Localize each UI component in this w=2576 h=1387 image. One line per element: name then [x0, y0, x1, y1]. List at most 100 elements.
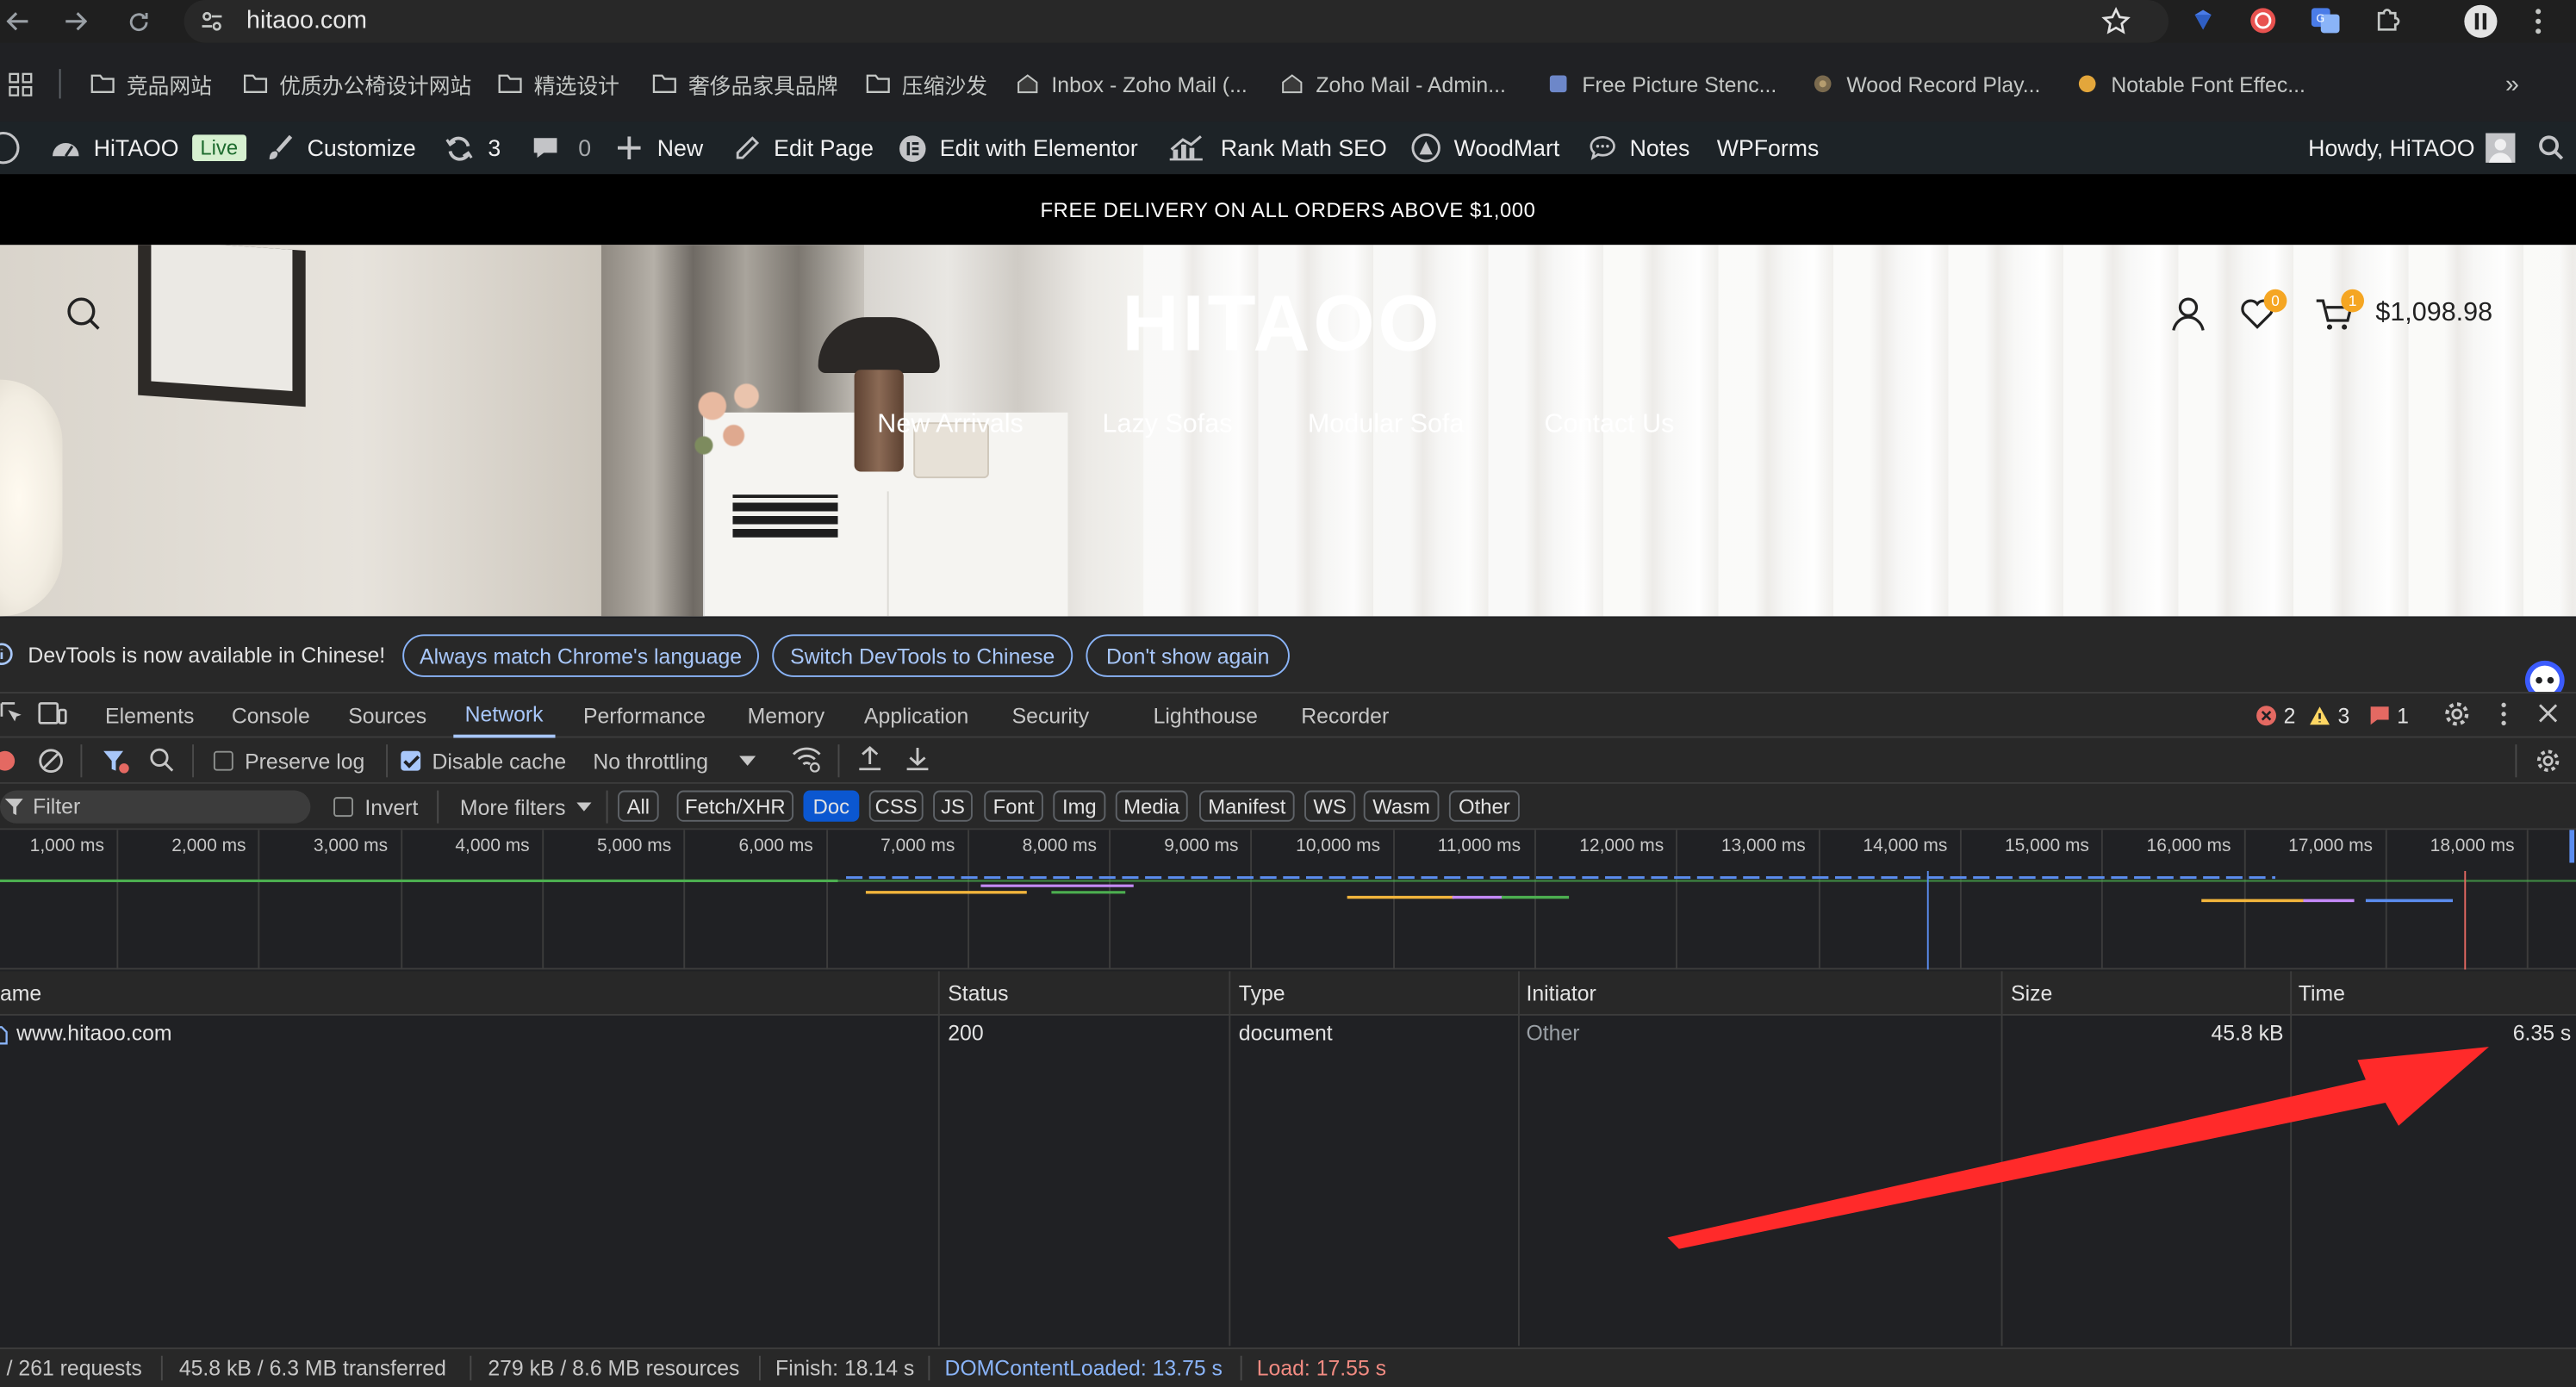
- wp-updates-link[interactable]: 3: [445, 121, 501, 174]
- wp-customize-link[interactable]: Customize: [266, 121, 416, 174]
- tab-security[interactable]: Security: [1012, 692, 1090, 737]
- nav-lazy-sofas[interactable]: Lazy Sofas: [1103, 411, 1233, 440]
- wp-new-link[interactable]: New: [617, 121, 703, 174]
- bookmark-item[interactable]: 压缩沙发: [866, 62, 987, 105]
- extensions-puzzle-icon[interactable]: [2374, 5, 2403, 34]
- wp-rankmath-link[interactable]: Rank Math SEO: [1168, 121, 1387, 174]
- bookmark-item[interactable]: Inbox - Zoho Mail (...: [1015, 62, 1248, 105]
- bookmark-item[interactable]: Free Picture Stenc...: [1546, 62, 1776, 105]
- inspect-element-icon[interactable]: [0, 702, 23, 725]
- bookmark-item[interactable]: Wood Record Play...: [1810, 62, 2040, 105]
- site-search-icon[interactable]: [65, 295, 102, 332]
- switch-to-chinese-button[interactable]: Switch DevTools to Chinese: [772, 634, 1073, 677]
- browser-menu-icon[interactable]: [2533, 7, 2542, 36]
- extension-gem-icon[interactable]: [2190, 7, 2217, 34]
- site-info-icon[interactable]: [199, 9, 226, 35]
- issue-count[interactable]: 1: [2369, 692, 2409, 737]
- cart-total[interactable]: $1,098.98: [2375, 299, 2492, 328]
- throttling-select[interactable]: No throttling: [593, 738, 756, 784]
- bookmark-item[interactable]: 优质办公椅设计网站: [243, 62, 471, 105]
- filter-type-other[interactable]: Other: [1448, 790, 1520, 822]
- back-button[interactable]: [0, 3, 36, 40]
- address-bar[interactable]: [184, 0, 2169, 43]
- wp-edit-page-link[interactable]: Edit Page: [734, 121, 874, 174]
- network-conditions-wifi-icon[interactable]: [792, 746, 821, 773]
- column-header-status[interactable]: Status: [948, 971, 1008, 1016]
- nav-contact-us[interactable]: Contact Us: [1544, 411, 1674, 440]
- tab-network[interactable]: Network: [453, 692, 555, 738]
- network-settings-gear-icon[interactable]: [2535, 748, 2561, 774]
- wp-wpforms-link[interactable]: WPForms: [1717, 121, 1820, 174]
- account-user-icon[interactable]: [2170, 295, 2206, 332]
- device-toolbar-icon[interactable]: [38, 702, 67, 725]
- bookmark-item[interactable]: 精选设计: [498, 62, 619, 105]
- bookmark-item[interactable]: 奢侈品家具品牌: [652, 62, 838, 105]
- filter-type-doc[interactable]: Doc: [803, 790, 860, 822]
- preserve-log-checkbox[interactable]: Preserve log: [213, 738, 364, 784]
- warning-count[interactable]: 3: [2308, 692, 2349, 737]
- invert-checkbox[interactable]: Invert: [333, 784, 418, 830]
- import-har-upload-icon[interactable]: [857, 746, 882, 773]
- disable-cache-checkbox[interactable]: Disable cache: [401, 738, 566, 784]
- apps-grid-icon[interactable]: [9, 72, 34, 97]
- wp-search-icon[interactable]: [2538, 121, 2565, 174]
- tab-sources[interactable]: Sources: [348, 692, 426, 737]
- filter-funnel-icon[interactable]: [102, 748, 129, 775]
- dont-show-again-button[interactable]: Don't show again: [1086, 634, 1290, 677]
- extension-red-icon[interactable]: [2248, 5, 2279, 36]
- tab-memory[interactable]: Memory: [748, 692, 825, 737]
- tab-console[interactable]: Console: [232, 692, 310, 737]
- record-stop-icon[interactable]: [0, 749, 16, 773]
- error-count[interactable]: 2: [2256, 692, 2295, 737]
- match-language-button[interactable]: Always match Chrome's language: [402, 634, 759, 677]
- devtools-settings-gear-icon[interactable]: [2443, 700, 2471, 728]
- devtools-close-icon[interactable]: [2538, 703, 2558, 723]
- preserve-log-box[interactable]: [213, 750, 233, 771]
- column-header-size[interactable]: Size: [2011, 971, 2052, 1016]
- tab-recorder[interactable]: Recorder: [1301, 692, 1389, 737]
- filter-type-ws[interactable]: WS: [1304, 790, 1356, 822]
- clear-log-icon[interactable]: [38, 748, 65, 774]
- bookmark-star-icon[interactable]: [2101, 6, 2131, 36]
- bookmark-item[interactable]: Notable Font Effec...: [2075, 62, 2305, 105]
- tab-elements[interactable]: Elements: [105, 692, 194, 737]
- more-bookmarks-button[interactable]: »: [2505, 62, 2519, 105]
- tab-application[interactable]: Application: [864, 692, 968, 737]
- bookmark-item[interactable]: 竞品网站: [90, 62, 212, 105]
- wp-site-name[interactable]: HiTAOO Live: [51, 121, 246, 174]
- column-header-type[interactable]: Type: [1239, 971, 1285, 1016]
- wp-elementor-link[interactable]: Edit with Elementor: [899, 121, 1138, 174]
- filter-type-media[interactable]: Media: [1115, 790, 1188, 822]
- filter-type-fetch-xhr[interactable]: Fetch/XHR: [676, 790, 794, 822]
- nav-modular-sofa[interactable]: Modular Sofa: [1308, 411, 1464, 440]
- tab-performance[interactable]: Performance: [583, 692, 706, 737]
- nav-new-arrivals[interactable]: New Arrivals: [877, 411, 1024, 440]
- devtools-more-menu-icon[interactable]: [2498, 702, 2508, 727]
- forward-button[interactable]: [58, 3, 94, 40]
- wp-notes-link[interactable]: Notes: [1589, 121, 1689, 174]
- filter-type-wasm[interactable]: Wasm: [1363, 790, 1440, 822]
- reload-button[interactable]: [120, 3, 156, 40]
- site-logo[interactable]: HITAOO: [1122, 279, 1442, 370]
- wp-comments-link[interactable]: 0: [532, 121, 591, 174]
- export-har-download-icon[interactable]: [905, 746, 930, 773]
- bookmark-item[interactable]: Zoho Mail - Admin...: [1279, 62, 1506, 105]
- pause-profile-icon[interactable]: [2462, 3, 2498, 40]
- search-magnifier-icon[interactable]: [150, 748, 175, 773]
- filter-type-js[interactable]: JS: [933, 790, 973, 822]
- url-text[interactable]: hitaoo.com: [246, 7, 367, 34]
- wp-woodmart-link[interactable]: WoodMart: [1411, 121, 1559, 174]
- wp-logo-icon[interactable]: [0, 121, 23, 174]
- wp-account-menu[interactable]: Howdy, HiTAOO: [2308, 121, 2517, 174]
- filter-type-font[interactable]: Font: [984, 790, 1043, 822]
- filter-type-all[interactable]: All: [617, 790, 659, 822]
- filter-type-manifest[interactable]: Manifest: [1199, 790, 1295, 822]
- tab-lighthouse[interactable]: Lighthouse: [1154, 692, 1258, 737]
- disable-cache-box[interactable]: [401, 750, 421, 771]
- column-header-initiator[interactable]: Initiator: [1527, 971, 1596, 1016]
- invert-box[interactable]: [333, 797, 353, 818]
- column-header-time[interactable]: Time: [2299, 971, 2345, 1016]
- more-filters-dropdown[interactable]: More filters: [460, 784, 593, 830]
- timeline-range-handle[interactable]: [2569, 830, 2575, 863]
- column-header-name[interactable]: ame: [0, 971, 41, 1016]
